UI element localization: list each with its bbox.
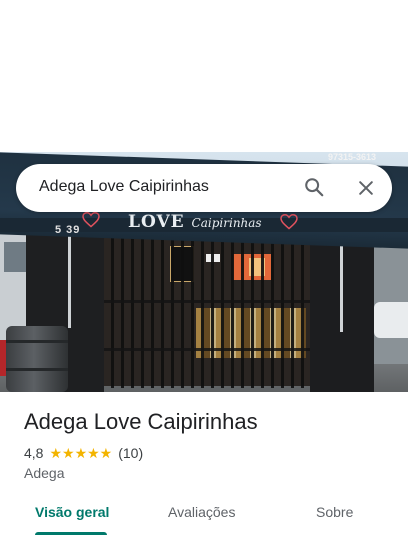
tab-bar: Visão geral Avaliações Sobre (0, 494, 408, 544)
close-icon[interactable] (356, 178, 376, 198)
place-title: Adega Love Caipirinhas (24, 409, 258, 434)
photo-pipe-2 (340, 236, 343, 332)
search-icon[interactable] (303, 176, 325, 198)
tab-reviews[interactable]: Avaliações (168, 504, 235, 520)
star-rating-icon: ★★★★★ (49, 444, 113, 461)
tab-overview[interactable]: Visão geral (35, 504, 109, 520)
tab-selected-indicator (35, 532, 107, 535)
awning-brand-script: Caipirinhas (191, 216, 262, 230)
photo-pipe (68, 232, 71, 328)
search-bar[interactable]: Adega Love Caipirinhas (16, 164, 392, 212)
search-input[interactable]: Adega Love Caipirinhas (39, 178, 209, 196)
photo-gate-bar (104, 300, 310, 303)
tab-about[interactable]: Sobre (316, 504, 353, 520)
photo-barrel (6, 326, 68, 392)
photo-right-street (374, 234, 408, 364)
photo-gate-bar-2 (104, 348, 310, 351)
photo-house-number: 5 39 (55, 224, 81, 236)
place-category: Adega (24, 465, 65, 481)
rating-value: 4,8 (24, 445, 44, 461)
photo-awning-logo: LOVE Caipirinhas (128, 212, 262, 232)
review-count[interactable]: (10) (118, 445, 143, 461)
rating-row[interactable]: 4,8 ★★★★★ (10) (24, 444, 143, 462)
heart-icon (280, 213, 298, 230)
photo-awning-phone: 97315-3613 (328, 152, 377, 162)
awning-brand: LOVE (128, 212, 185, 232)
heart-icon (82, 211, 100, 228)
photo-gate (104, 236, 310, 388)
photo-parked-car (374, 302, 408, 338)
top-blank-area (0, 0, 408, 152)
